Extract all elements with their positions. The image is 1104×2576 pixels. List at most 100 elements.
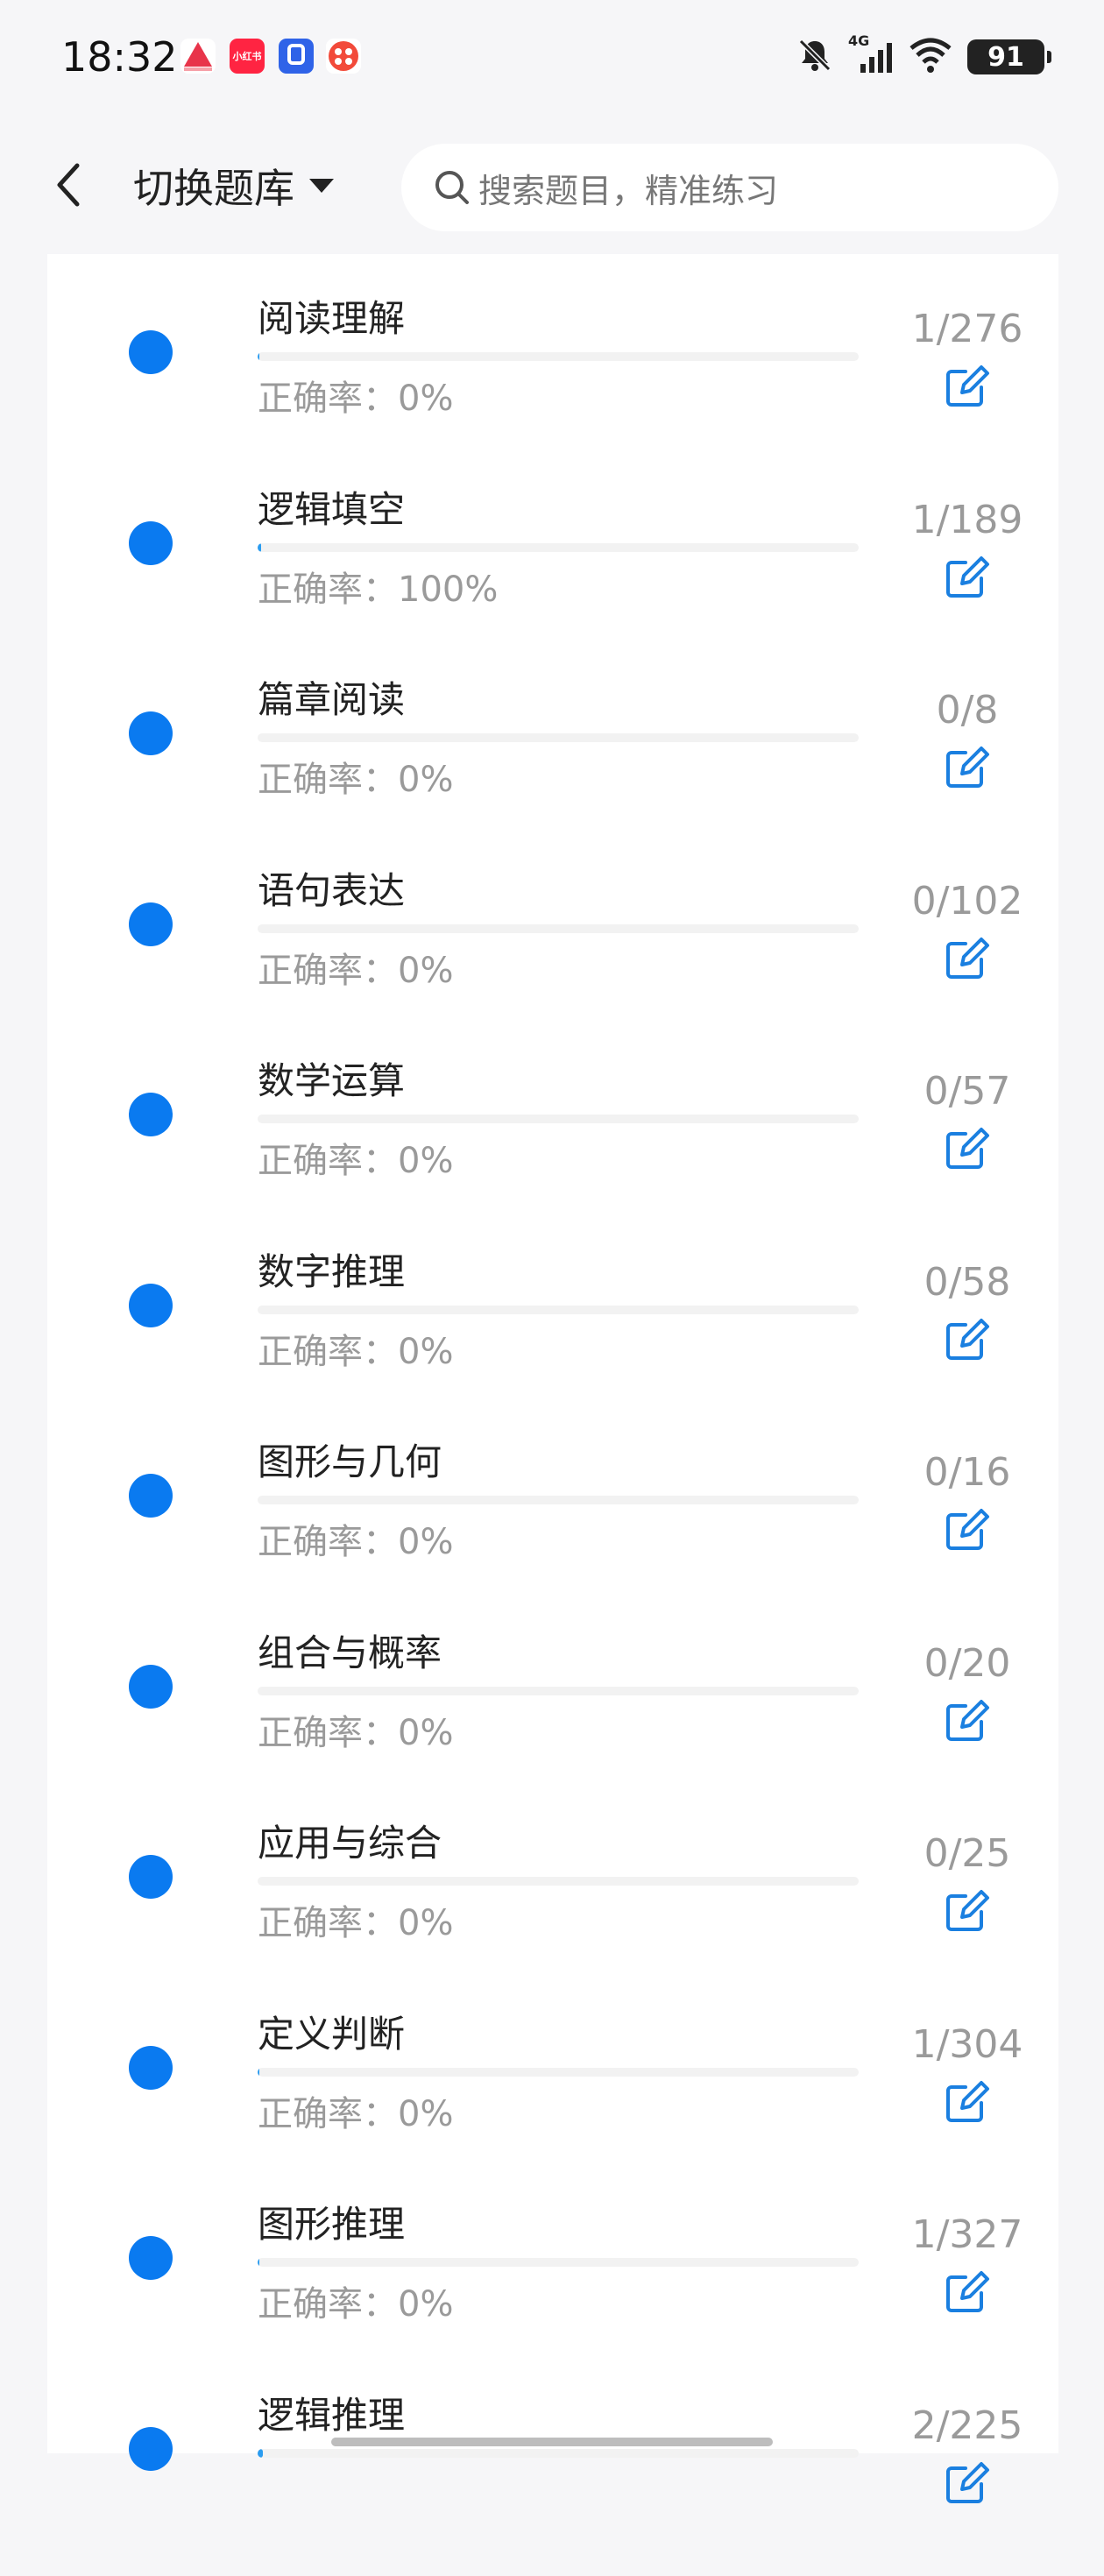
progress-track: [258, 1306, 859, 1314]
topic-row[interactable]: 图形与几何正确率：0% 0/16: [47, 1433, 1058, 1623]
edit-icon: [943, 552, 992, 605]
progress-track: [258, 2449, 859, 2458]
topic-bullet: [129, 2236, 173, 2280]
topic-bullet: [129, 1093, 173, 1136]
chevron-left-icon: [57, 163, 80, 207]
topic-count: 0/25: [924, 1831, 1011, 1876]
topic-count: 1/327: [911, 2212, 1023, 2257]
topic-bullet: [129, 1474, 173, 1518]
topic-title: 逻辑填空: [258, 488, 406, 531]
practice-button[interactable]: [934, 2260, 1001, 2326]
topic-accuracy: 正确率：0%: [258, 1903, 454, 1943]
progress-fill: [258, 2449, 264, 2458]
topic-row[interactable]: 逻辑推理 2/225: [47, 2386, 1058, 2576]
app-badge-text: 小红书: [232, 51, 262, 62]
progress-fill: [258, 352, 260, 361]
topic-accuracy: 正确率：0%: [258, 1522, 454, 1562]
practice-button[interactable]: [934, 1879, 1001, 1945]
progress-track: [258, 924, 859, 933]
topic-bullet: [129, 1665, 173, 1709]
question-bank-switch-label: 切换题库: [133, 165, 294, 212]
topic-accuracy: 正确率：0%: [258, 2284, 454, 2325]
edit-icon: [943, 742, 992, 795]
practice-button[interactable]: [934, 735, 1001, 802]
edit-icon: [943, 1504, 992, 1557]
practice-button[interactable]: [934, 545, 1001, 612]
edit-icon: [943, 933, 992, 986]
topic-row[interactable]: 组合与概率正确率：0% 0/20: [47, 1624, 1058, 1814]
topic-count: 0/20: [924, 1641, 1011, 1686]
practice-button[interactable]: [934, 1497, 1001, 1564]
bell-muted-icon: [796, 36, 834, 78]
topic-row[interactable]: 数字推理 正确率：0% 0/58: [47, 1242, 1058, 1433]
progress-track: [258, 352, 859, 361]
topic-row[interactable]: 语句表达 正确率：0% 0/102: [47, 861, 1058, 1051]
topic-row[interactable]: 逻辑填空正确率：100% 1/189: [47, 480, 1058, 670]
topic-accuracy: 正确率：0%: [258, 1713, 454, 1753]
topic-bullet: [129, 1284, 173, 1327]
topic-bullet: [129, 902, 173, 946]
status-time: 18:32: [61, 33, 178, 81]
edit-icon: [943, 1886, 992, 1938]
topic-count: 0/102: [911, 879, 1023, 924]
progress-track: [258, 543, 859, 552]
topic-bullet: [129, 2046, 173, 2090]
search-placeholder: 搜索题目，精准练习: [478, 171, 779, 210]
topic-accuracy: 正确率：0%: [258, 951, 454, 991]
topic-count: 0/8: [936, 688, 999, 732]
topic-title: 阅读理解: [258, 297, 406, 340]
topic-title: 组合与概率: [258, 1631, 442, 1674]
topic-row[interactable]: 定义判断 正确率：0% 1/304: [47, 2005, 1058, 2195]
edit-icon: [943, 2077, 992, 2129]
edit-icon: [943, 1695, 992, 1748]
topic-accuracy: 正确率：100%: [258, 570, 499, 610]
topic-title: 数字推理: [258, 1250, 406, 1293]
topic-count: 1/189: [911, 498, 1023, 542]
app-icon-red-triangle: [180, 39, 216, 74]
edit-icon: [943, 1314, 992, 1367]
status-bar: 18:32 小红书 4G 91: [0, 0, 1104, 123]
practice-button[interactable]: [934, 1307, 1001, 1374]
topic-title: 应用与综合: [258, 1822, 442, 1865]
search-icon: [435, 171, 469, 204]
topic-bullet: [129, 330, 173, 374]
progress-track: [258, 2258, 859, 2267]
search-input[interactable]: 搜索题目，精准练习: [401, 144, 1058, 231]
topic-row[interactable]: 应用与综合正确率：0% 0/25: [47, 1814, 1058, 2004]
topic-row[interactable]: 阅读理解 正确率：0% 1/276: [47, 289, 1058, 479]
topic-row[interactable]: 篇章阅读 正确率：0% 0/8: [47, 670, 1058, 860]
practice-button[interactable]: [934, 926, 1001, 993]
topic-title: 图形与几何: [258, 1440, 442, 1483]
app-icon-xiaohongshu: 小红书: [230, 39, 265, 74]
topic-count: 0/57: [924, 1069, 1011, 1114]
edit-icon: [943, 361, 992, 414]
topic-title: 逻辑推理: [258, 2394, 406, 2437]
topic-row[interactable]: 数学运算 正确率：0% 0/57: [47, 1051, 1058, 1242]
practice-button[interactable]: [934, 1116, 1001, 1183]
progress-track: [258, 733, 859, 742]
topic-count: 1/276: [911, 307, 1023, 351]
practice-button[interactable]: [934, 2070, 1001, 2136]
topic-accuracy: 正确率：0%: [258, 760, 454, 800]
topic-count: 2/225: [911, 2403, 1023, 2448]
battery-icon: 91: [967, 39, 1051, 74]
caret-down-icon: [309, 179, 334, 193]
progress-track: [258, 1115, 859, 1123]
edit-icon: [943, 1123, 992, 1176]
topic-bullet: [129, 1855, 173, 1899]
topic-row[interactable]: 图形推理正确率：0% 1/327: [47, 2195, 1058, 2385]
practice-button[interactable]: [934, 354, 1001, 421]
back-button[interactable]: [42, 154, 95, 216]
home-indicator[interactable]: [331, 2438, 773, 2446]
topic-title: 图形推理: [258, 2203, 406, 2246]
question-bank-switch[interactable]: 切换题库: [133, 159, 336, 212]
progress-track: [258, 1687, 859, 1695]
top-header: 切换题库 搜索题目，精准练习: [0, 123, 1104, 254]
app-icon-red-dots: [326, 39, 361, 74]
practice-button[interactable]: [934, 1688, 1001, 1755]
topic-accuracy: 正确率：0%: [258, 2094, 454, 2134]
topic-title: 定义判断: [258, 2013, 406, 2056]
progress-fill: [258, 543, 261, 552]
practice-button[interactable]: [934, 2451, 1001, 2517]
topic-count: 0/16: [924, 1450, 1011, 1495]
